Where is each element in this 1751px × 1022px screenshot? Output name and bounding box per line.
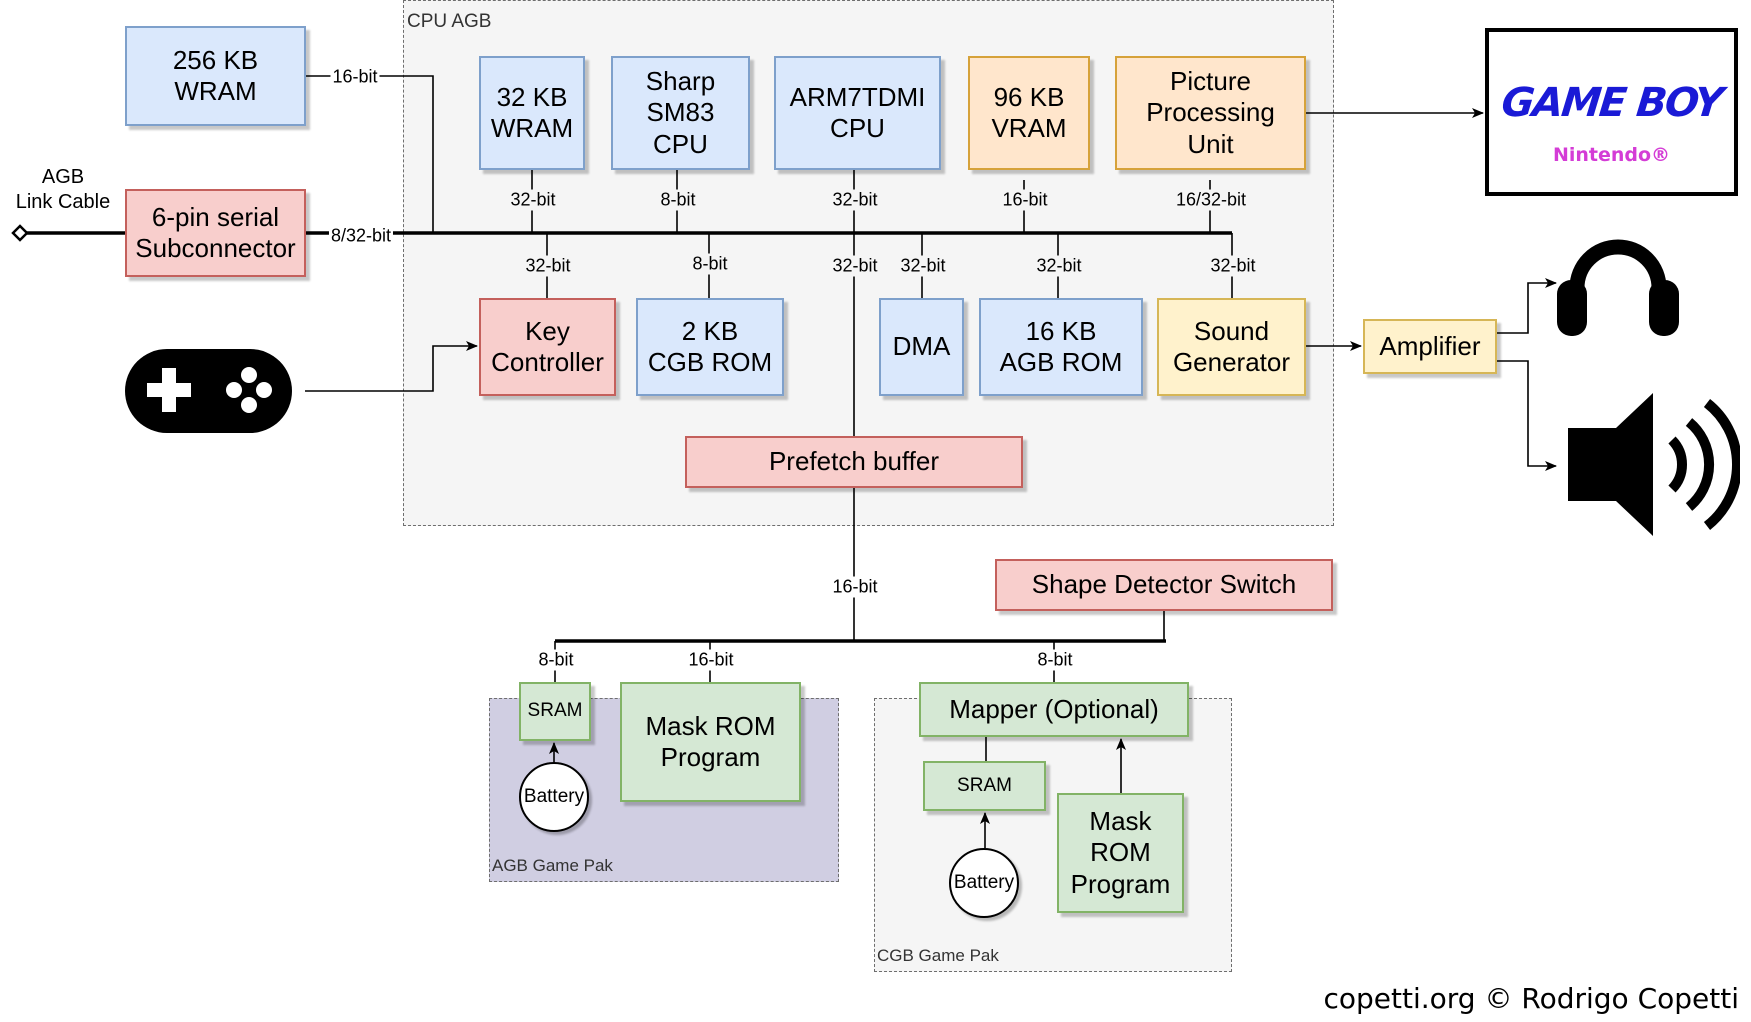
bus-label-agb-sram: 8-bit: [536, 649, 576, 671]
vram-96kb: 96 KB VRAM: [968, 56, 1090, 170]
bus-label-cgb-mapper: 8-bit: [1035, 649, 1075, 671]
bus-label-serial: 8/32-bit: [328, 225, 394, 247]
bus-label-cgb-rom: 8-bit: [690, 253, 730, 275]
sound-generator: Sound Generator: [1157, 298, 1306, 396]
dma: DMA: [879, 298, 964, 396]
bus-label-arm7-up: 32-bit: [830, 189, 880, 211]
link-cable-label: AGB Link Cable: [15, 166, 111, 213]
bus-label-dma: 32-bit: [898, 255, 948, 277]
agb-battery: Battery: [519, 762, 589, 832]
bus-label-key: 32-bit: [523, 255, 573, 277]
cgb-mapper: Mapper (Optional): [919, 682, 1189, 737]
bus-label-wram256: 16-bit: [330, 66, 380, 88]
serial-subconnector: 6-pin serial Subconnector: [125, 189, 306, 277]
bus-label-wram32: 32-bit: [508, 189, 558, 211]
sharp-sm83-cpu: Sharp SM83 CPU: [611, 56, 750, 170]
wire-wram256: [306, 75, 434, 233]
bus-label-agb-rom: 32-bit: [1034, 255, 1084, 277]
display-screen: GAME BOY Nintendo®: [1485, 28, 1738, 196]
cgb-sram: SRAM: [923, 761, 1046, 811]
cgb-battery: Battery: [949, 848, 1019, 918]
wire-gamepad: [305, 341, 478, 392]
agb-rom-16kb: 16 KB AGB ROM: [979, 298, 1143, 396]
speaker-icon: [1568, 393, 1743, 536]
picture-processing-unit: Picture Processing Unit: [1115, 56, 1306, 170]
bus-label-arm7-down: 32-bit: [830, 255, 880, 277]
headphones-icon: [1557, 230, 1679, 336]
shape-detector-switch: Shape Detector Switch: [995, 559, 1333, 611]
wram-256kb: 256 KB WRAM: [125, 26, 306, 126]
copyright-footer: copetti.org © Rodrigo Copetti: [1323, 982, 1739, 1015]
wire-headphones: [1497, 278, 1557, 334]
wire-speaker: [1497, 360, 1557, 471]
gamepad-icon: [125, 349, 292, 433]
bus-label-sharp: 8-bit: [658, 189, 698, 211]
game-boy-logo: GAME BOY: [1499, 80, 1724, 126]
link-cable-diamond: [11, 224, 29, 242]
key-controller: Key Controller: [479, 298, 616, 396]
cgb-mask-rom: Mask ROM Program: [1057, 793, 1184, 913]
agb-mask-rom: Mask ROM Program: [620, 682, 801, 802]
bus-label-cart: 16-bit: [830, 576, 880, 598]
agb-sram: SRAM: [519, 682, 591, 741]
bus-label-vram: 16-bit: [1000, 189, 1050, 211]
bus-label-ppu: 16/32-bit: [1173, 189, 1249, 211]
bus-label-agb-mask: 16-bit: [686, 649, 736, 671]
prefetch-buffer: Prefetch buffer: [685, 436, 1023, 488]
nintendo-logo: Nintendo®: [1552, 144, 1671, 166]
bus-label-sound: 32-bit: [1208, 255, 1258, 277]
cgb-rom-2kb: 2 KB CGB ROM: [636, 298, 784, 396]
amplifier: Amplifier: [1363, 319, 1497, 374]
arm7tdmi-cpu: ARM7TDMI CPU: [774, 56, 941, 170]
wram-32kb: 32 KB WRAM: [479, 56, 585, 170]
